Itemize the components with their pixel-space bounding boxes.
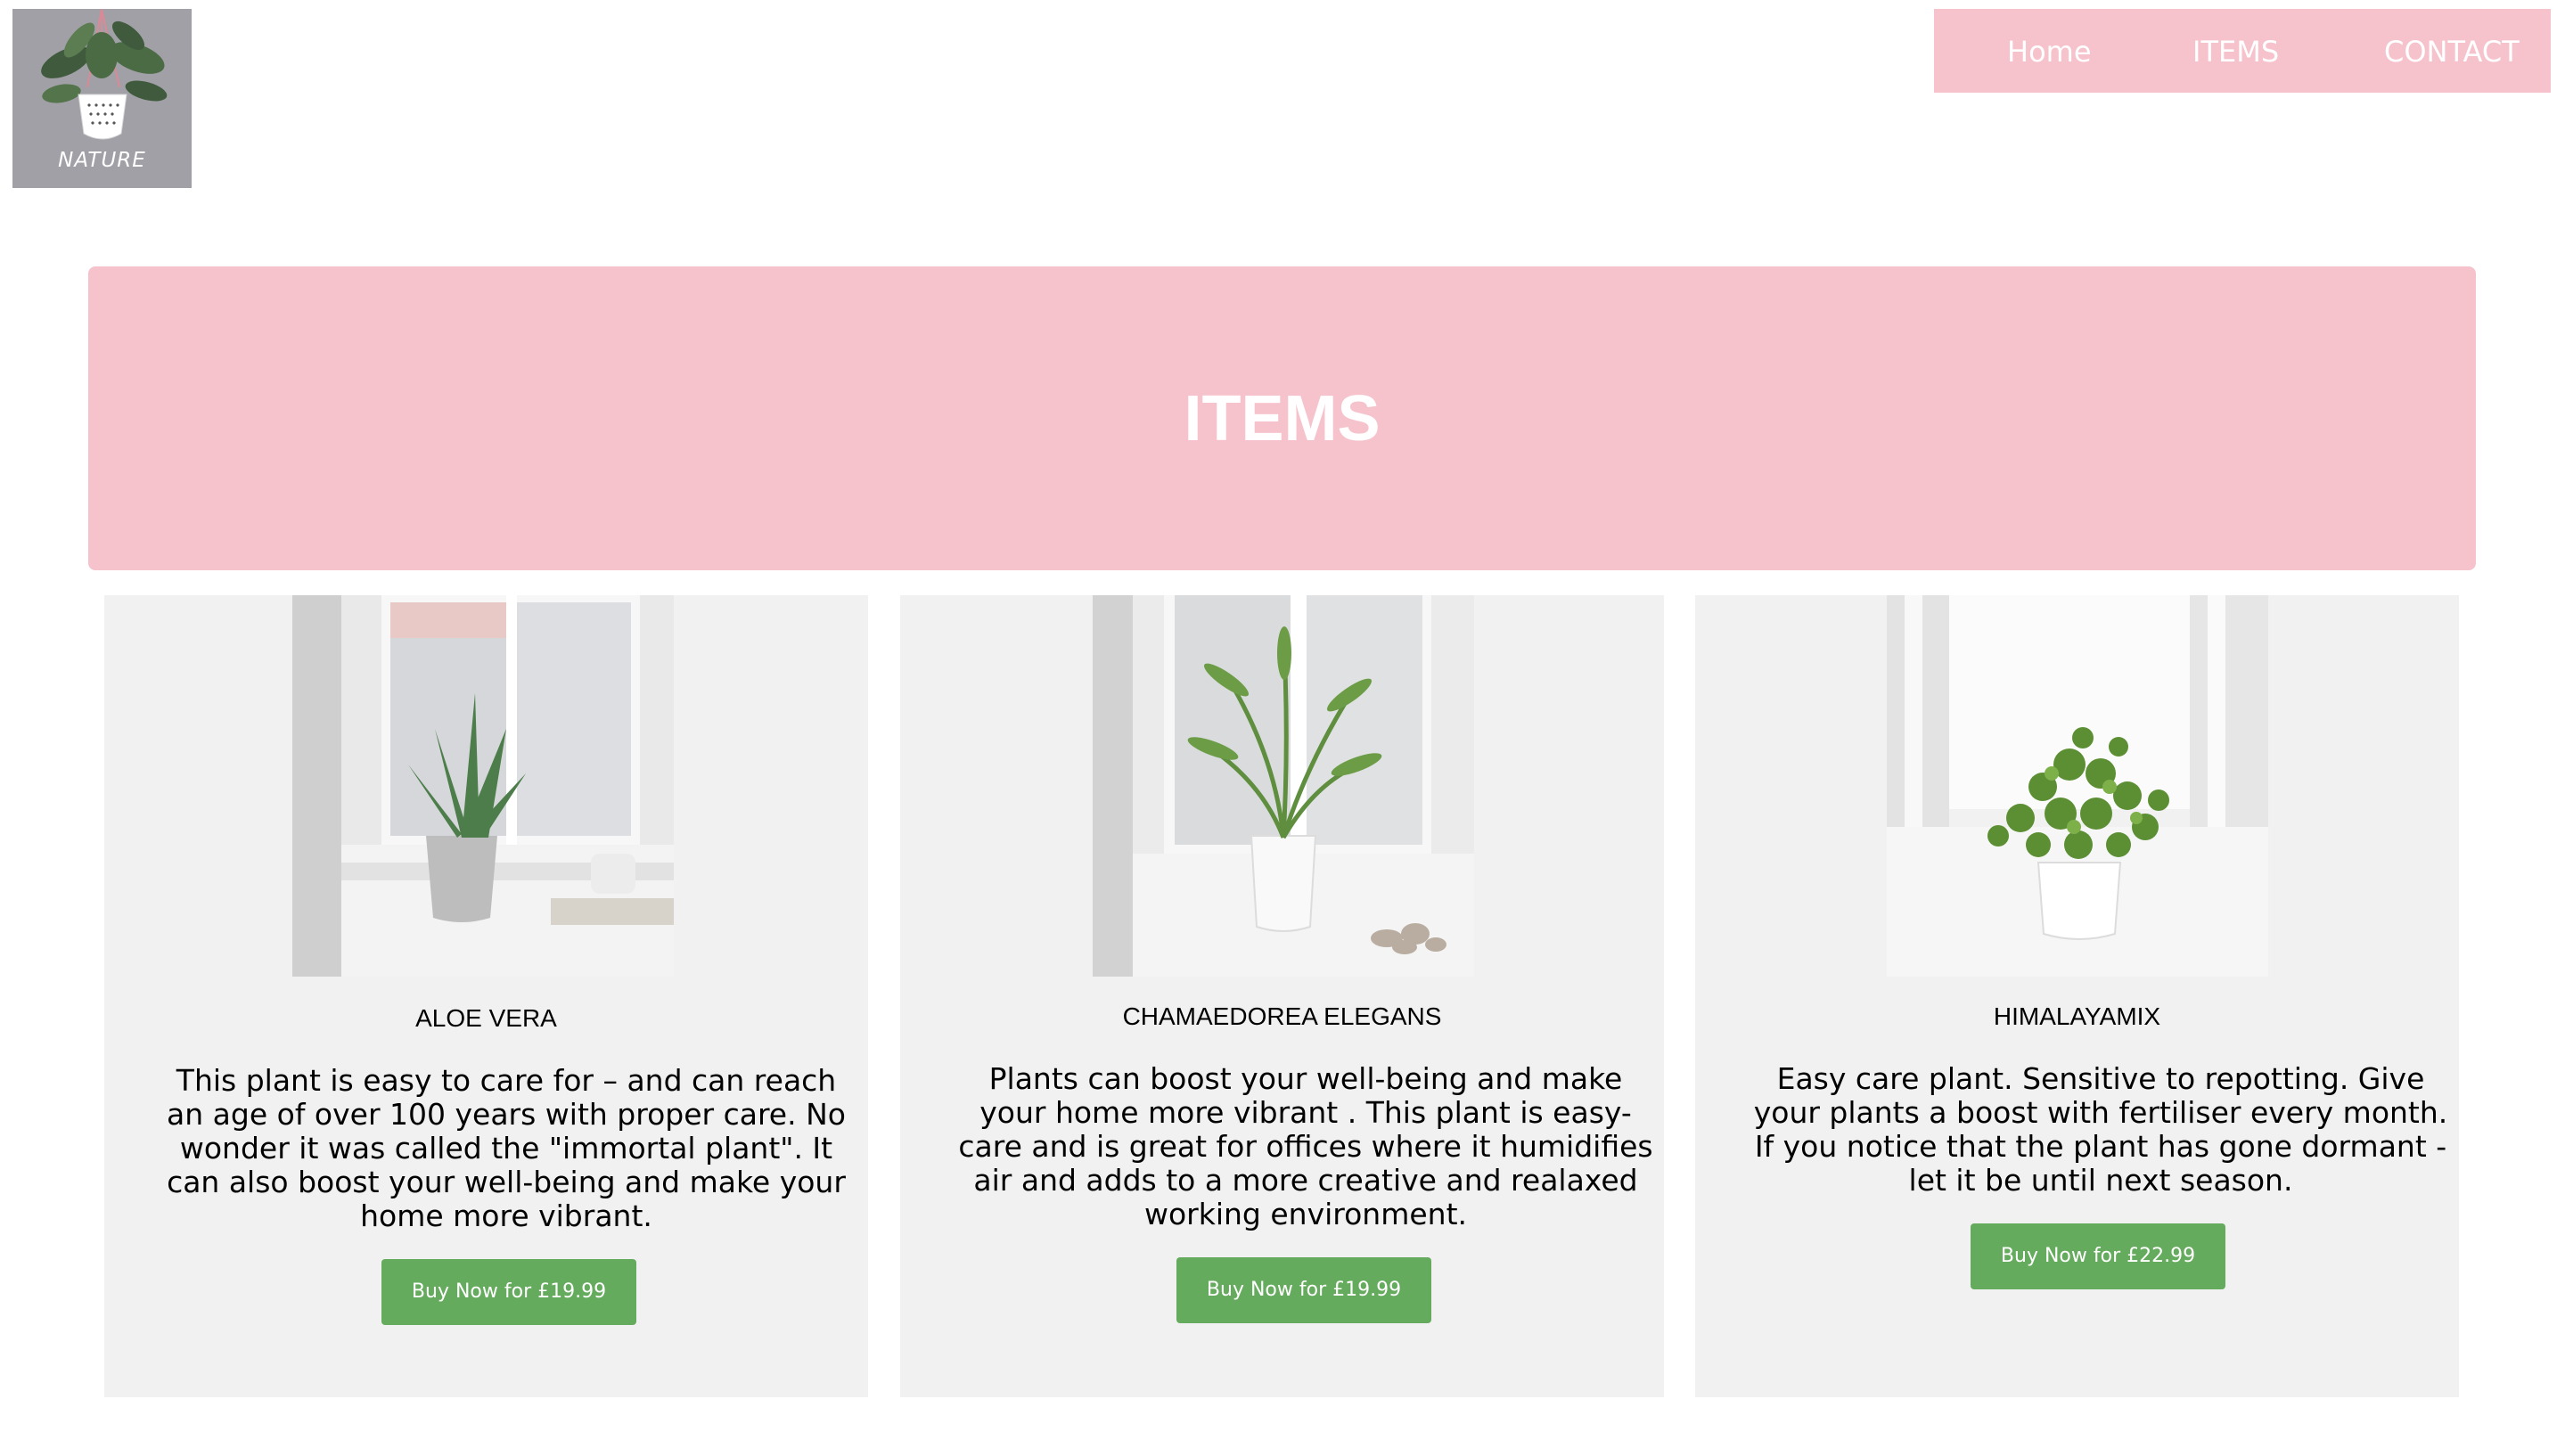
product-description: Easy care plant. Sensitive to repotting.… [1753,1061,2448,1198]
chamaedorea-palm-photo [1093,595,1474,977]
buy-now-button[interactable]: Buy Now for £22.99 [1971,1223,2225,1289]
site-logo[interactable]: NATURE [12,9,192,188]
nav-link-contact[interactable]: CONTACT [2384,9,2520,93]
product-card-himalayamix: HIMALAYAMIX Easy care plant. Sensitive t… [1695,595,2459,1397]
nav-link-home[interactable]: Home [2007,9,2092,93]
page-title: ITEMS [1184,383,1381,454]
aloe-vera-plant-photo [292,595,674,977]
product-name: ALOE VERA [415,1004,557,1032]
buy-now-button[interactable]: Buy Now for £19.99 [381,1259,636,1325]
product-card-chamaedorea-elegans: CHAMAEDOREA ELEGANS Plants can boost you… [900,595,1664,1397]
product-description: Plants can boost your well-being and mak… [958,1061,1653,1231]
nav-link-items[interactable]: ITEMS [2192,9,2279,93]
product-card-aloe-vera: ALOE VERA This plant is easy to care for… [104,595,868,1397]
page-banner: ITEMS [88,266,2476,570]
page: NATURE Home ITEMS CONTACT ITEMS ALOE VER… [0,0,2565,1456]
top-nav: Home ITEMS CONTACT [1934,9,2551,93]
logo-text: NATURE [58,149,146,172]
product-name: CHAMAEDOREA ELEGANS [1122,1002,1442,1030]
product-name: HIMALAYAMIX [1993,1002,2161,1030]
product-description: This plant is easy to care for – and can… [167,1063,846,1233]
himalayamix-plant-photo [1887,595,2268,977]
buy-now-button[interactable]: Buy Now for £19.99 [1176,1257,1431,1323]
